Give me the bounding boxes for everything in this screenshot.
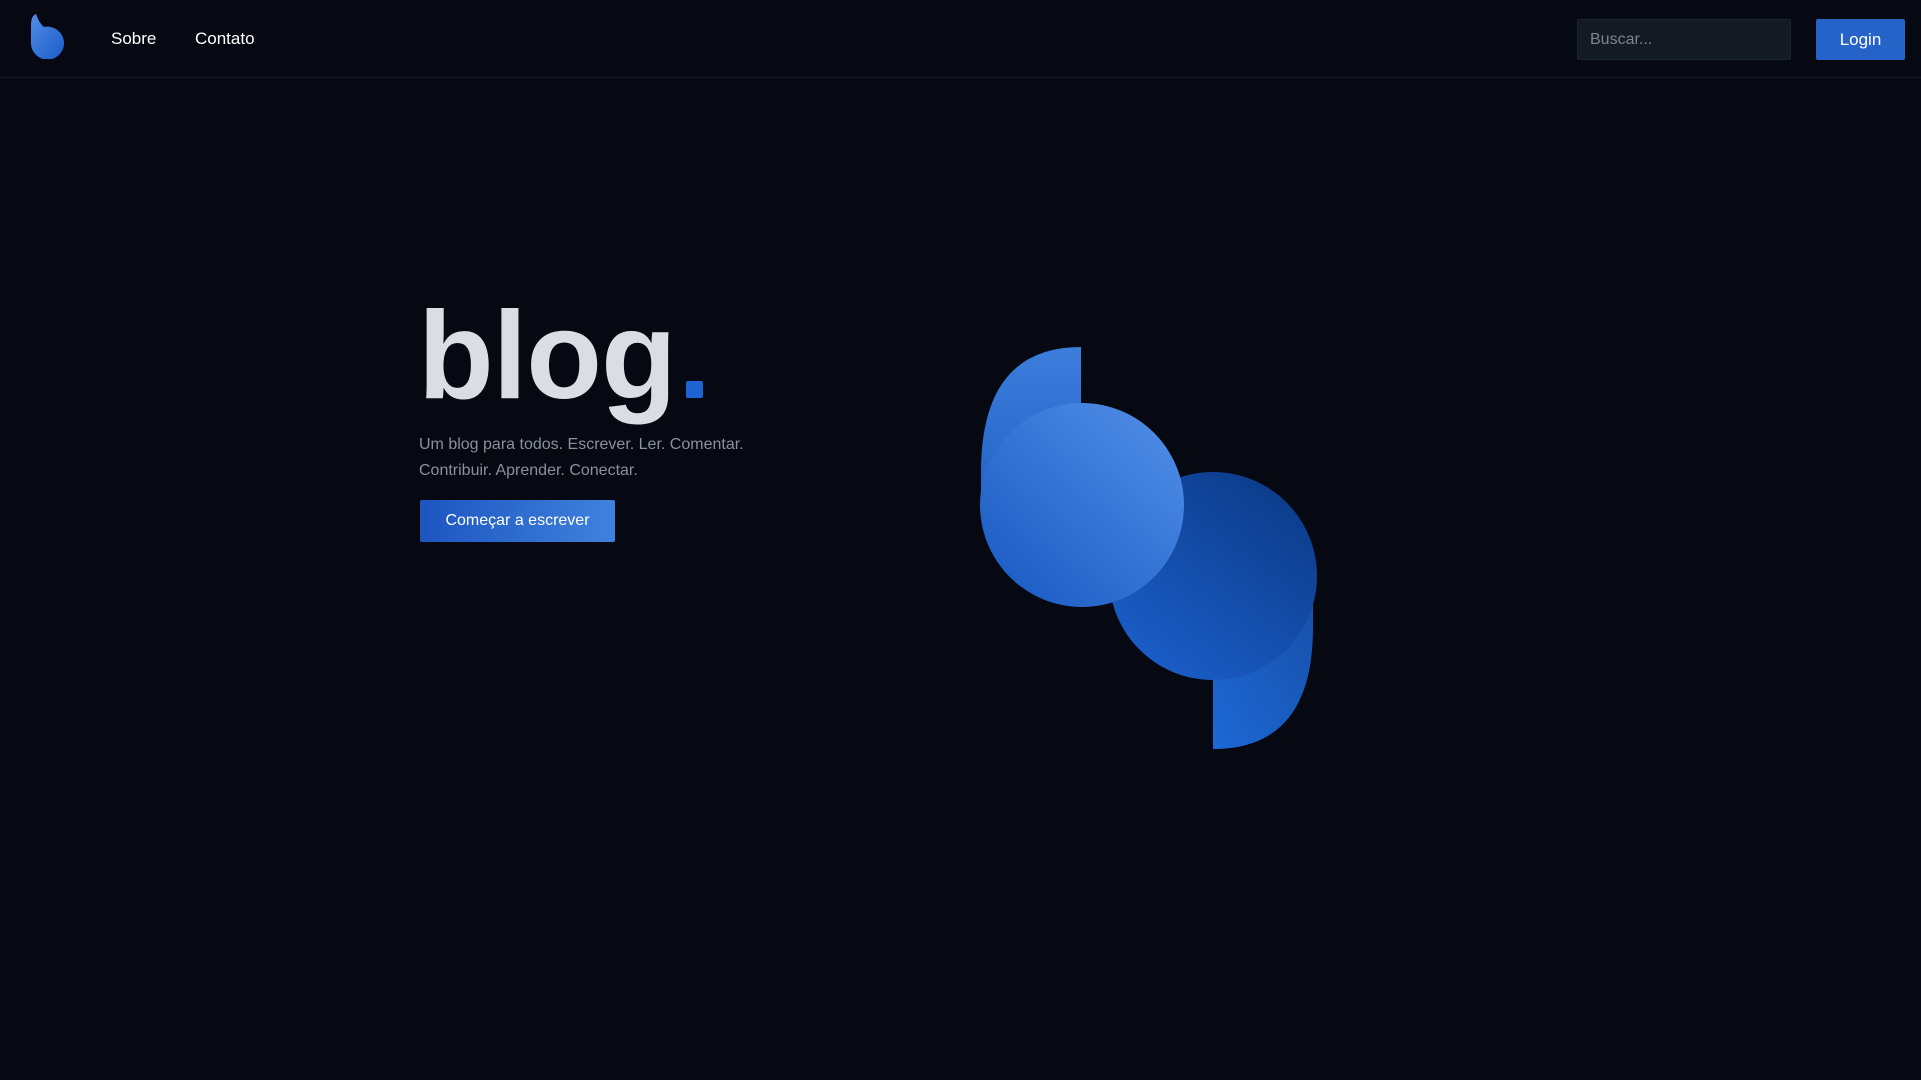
hero-tagline-line-1: Um blog para todos. Escrever. Ler. Comen…: [419, 436, 744, 453]
nav-link-sobre[interactable]: Sobre: [111, 28, 156, 50]
hero-title-text: blog: [418, 287, 677, 425]
navbar: Sobre Contato Login: [0, 0, 1921, 78]
blog-logo-large-icon: [980, 347, 1317, 749]
login-button[interactable]: Login: [1816, 19, 1905, 60]
nav-link-contato[interactable]: Contato: [195, 28, 255, 50]
hero-tagline: Um blog para todos. Escrever. Ler. Comen…: [419, 432, 779, 484]
page: Sobre Contato Login blog Um blog para to…: [0, 0, 1921, 1080]
start-writing-button[interactable]: Começar a escrever: [420, 500, 615, 542]
hero-title: blog: [418, 286, 703, 426]
hero-tagline-line-2: Contribuir. Aprender. Conectar.: [419, 462, 638, 479]
blog-logo-icon[interactable]: [30, 13, 66, 59]
title-accent-dot: [685, 381, 703, 398]
search-input[interactable]: [1577, 19, 1791, 60]
